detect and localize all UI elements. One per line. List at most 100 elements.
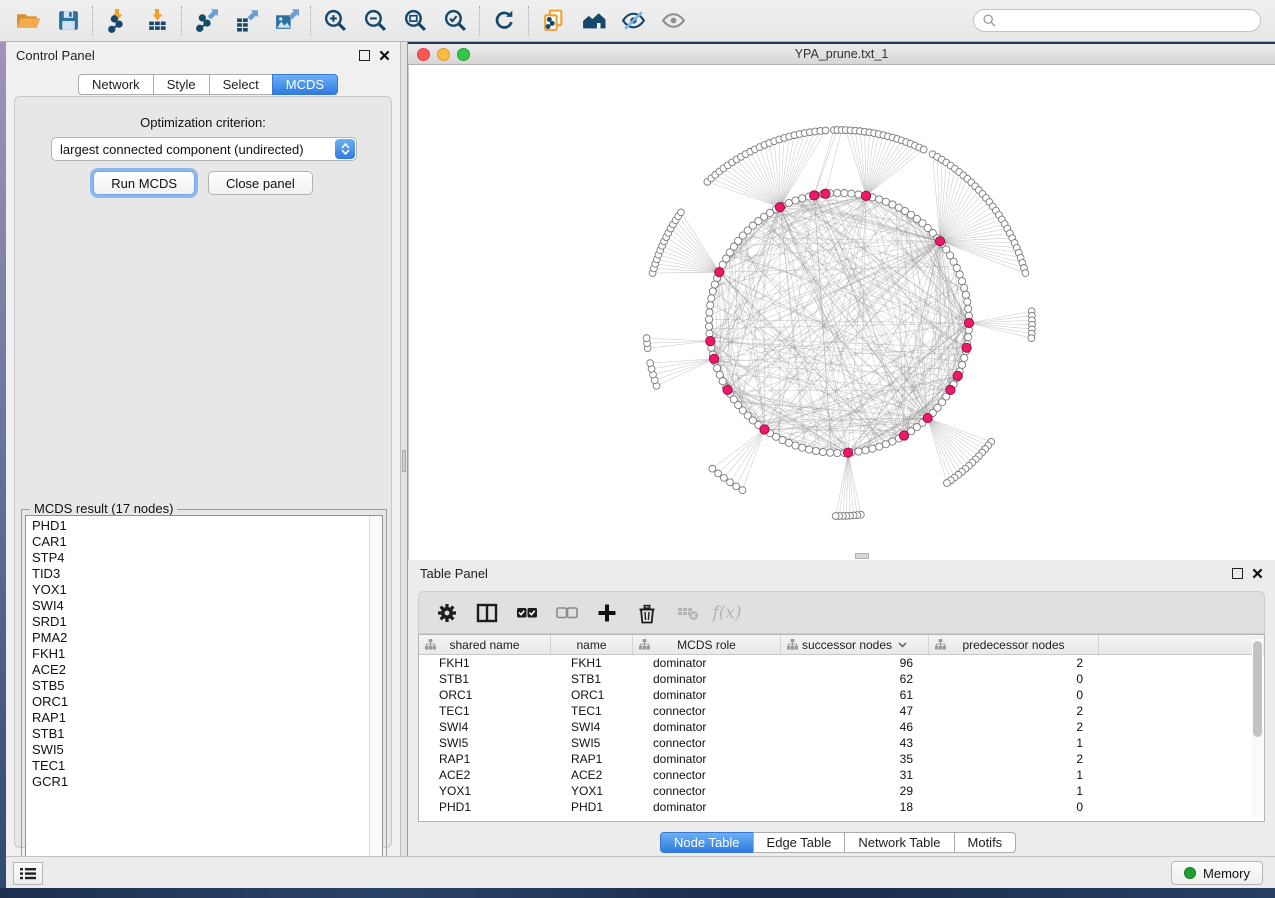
close-panel-icon[interactable] <box>379 50 390 61</box>
hide-details-button[interactable] <box>613 4 653 38</box>
tab-select[interactable]: Select <box>209 74 273 95</box>
control-panel-tabs: NetworkStyleSelectMCDS <box>78 74 338 95</box>
column-header-MCDS-role[interactable]: MCDS role <box>633 635 781 654</box>
mcds-panel: Optimization criterion: largest connecte… <box>14 96 392 848</box>
export-network-button[interactable] <box>186 4 226 38</box>
tab-style[interactable]: Style <box>153 74 210 95</box>
column-header-name[interactable]: name <box>551 635 633 654</box>
memory-button[interactable]: Memory <box>1171 861 1263 885</box>
run-mcds-button[interactable]: Run MCDS <box>93 171 195 195</box>
optimization-criterion-select[interactable]: largest connected component (undirected) <box>51 137 357 161</box>
table-row[interactable]: YOX1YOX1connector291 <box>419 783 1264 799</box>
select-all-button[interactable] <box>509 596 545 630</box>
result-list-item[interactable]: YOX1 <box>32 582 68 598</box>
float-table-panel-icon[interactable] <box>1232 568 1243 579</box>
table-body: FKH1FKH1dominator962STB1STB1dominator620… <box>419 655 1264 815</box>
split-view-button[interactable] <box>469 596 505 630</box>
vertical-splitter[interactable] <box>400 42 408 856</box>
column-header-successor-nodes[interactable]: successor nodes <box>781 635 929 654</box>
import-network-button[interactable] <box>97 4 137 38</box>
result-list-item[interactable]: ORC1 <box>32 694 68 710</box>
result-list-scrollbar[interactable] <box>369 516 382 876</box>
result-list-item[interactable]: PHD1 <box>32 518 68 534</box>
table-row[interactable]: ORC1ORC1dominator610 <box>419 687 1264 703</box>
table-row[interactable]: SWI5SWI5connector431 <box>419 735 1264 751</box>
save-button[interactable] <box>48 4 88 38</box>
result-list-item[interactable]: PMA2 <box>32 630 68 646</box>
refresh-icon <box>492 8 517 33</box>
result-list-item[interactable]: STP4 <box>32 550 68 566</box>
close-table-panel-icon[interactable] <box>1252 568 1263 579</box>
table-row[interactable]: SWI4SWI4dominator462 <box>419 719 1264 735</box>
settings-icon <box>436 602 458 624</box>
result-list-item[interactable]: TID3 <box>32 566 68 582</box>
zoom-out-button[interactable] <box>355 4 395 38</box>
result-list-item[interactable]: STB5 <box>32 678 68 694</box>
refresh-button[interactable] <box>484 4 524 38</box>
column-header-predecessor-nodes[interactable]: predecessor nodes <box>929 635 1099 654</box>
open-button[interactable] <box>8 4 48 38</box>
zoom-selected-button[interactable] <box>435 4 475 38</box>
control-panel-title: Control Panel <box>16 48 95 63</box>
table-row[interactable]: TEC1TEC1connector472 <box>419 703 1264 719</box>
tab-mcds[interactable]: MCDS <box>272 74 338 95</box>
result-list-item[interactable]: SWI4 <box>32 598 68 614</box>
result-list-item[interactable]: ACE2 <box>32 662 68 678</box>
column-header-shared-name[interactable]: shared name <box>419 635 551 654</box>
table-row[interactable]: FKH1FKH1dominator962 <box>419 655 1264 671</box>
close-panel-button[interactable]: Close panel <box>208 171 313 195</box>
export-image-button[interactable] <box>266 4 306 38</box>
zoom-in-button[interactable] <box>315 4 355 38</box>
export-image-icon <box>274 8 299 33</box>
import-table-button[interactable] <box>137 4 177 38</box>
tab-network[interactable]: Network <box>78 74 154 95</box>
table-row[interactable]: PHD1PHD1dominator180 <box>419 799 1264 815</box>
save-icon <box>56 8 81 33</box>
table-scrollbar-thumb[interactable] <box>1253 641 1262 737</box>
settings-button[interactable] <box>429 596 465 630</box>
zoom-fit-button[interactable] <box>395 4 435 38</box>
tab-network-table[interactable]: Network Table <box>844 832 954 853</box>
horizontal-splitter-handle[interactable] <box>855 553 869 559</box>
network-titlebar[interactable]: YPA_prune.txt_1 <box>408 44 1275 65</box>
table-row[interactable]: ACE2ACE2connector311 <box>419 767 1264 783</box>
network-graph[interactable] <box>409 65 1275 560</box>
tab-edge-table[interactable]: Edge Table <box>753 832 846 853</box>
result-list-item[interactable]: FKH1 <box>32 646 68 662</box>
search-input[interactable] <box>1001 14 1260 28</box>
mcds-result-list[interactable]: PHD1CAR1STP4TID3YOX1SWI4SRD1PMA2FKH1ACE2… <box>25 515 383 877</box>
tab-node-table[interactable]: Node Table <box>660 832 754 853</box>
deselect-all-button[interactable] <box>549 596 585 630</box>
float-panel-icon[interactable] <box>359 50 370 61</box>
zoom-in-icon <box>323 8 348 33</box>
show-panels-button[interactable] <box>13 862 43 885</box>
result-list-item[interactable]: SRD1 <box>32 614 68 630</box>
network-overview-button[interactable] <box>573 4 613 38</box>
vertical-splitter-handle[interactable] <box>402 450 406 472</box>
clone-network-button[interactable] <box>533 4 573 38</box>
add-column-button[interactable] <box>589 596 625 630</box>
mcds-result-group: MCDS result (17 nodes) PHD1CAR1STP4TID3Y… <box>21 509 387 881</box>
hide-details-icon <box>621 8 646 33</box>
toolbar-separator <box>92 6 93 36</box>
table-row[interactable]: RAP1RAP1dominator352 <box>419 751 1264 767</box>
table-scrollbar[interactable] <box>1252 639 1263 817</box>
table-panel: Table Panel f(x) shared namenameMCDS rol… <box>408 560 1275 856</box>
result-list-item[interactable]: GCR1 <box>32 774 68 790</box>
attribute-type-icon <box>787 639 798 650</box>
export-table-button[interactable] <box>226 4 266 38</box>
tab-motifs[interactable]: Motifs <box>954 832 1017 853</box>
result-list-item[interactable]: SWI5 <box>32 742 68 758</box>
network-canvas[interactable] <box>408 65 1275 560</box>
result-list-item[interactable]: CAR1 <box>32 534 68 550</box>
table-row[interactable]: STB1STB1dominator620 <box>419 671 1264 687</box>
search-box[interactable] <box>973 9 1261 32</box>
result-list-item[interactable]: TEC1 <box>32 758 68 774</box>
table-header-row[interactable]: shared namenameMCDS rolesuccessor nodesp… <box>419 635 1264 655</box>
result-list-item[interactable]: RAP1 <box>32 710 68 726</box>
show-details-button[interactable] <box>653 4 693 38</box>
delete-column-button[interactable] <box>629 596 665 630</box>
toolbar-separator <box>528 6 529 36</box>
result-list-item[interactable]: STB1 <box>32 726 68 742</box>
add-column-icon <box>596 602 618 624</box>
